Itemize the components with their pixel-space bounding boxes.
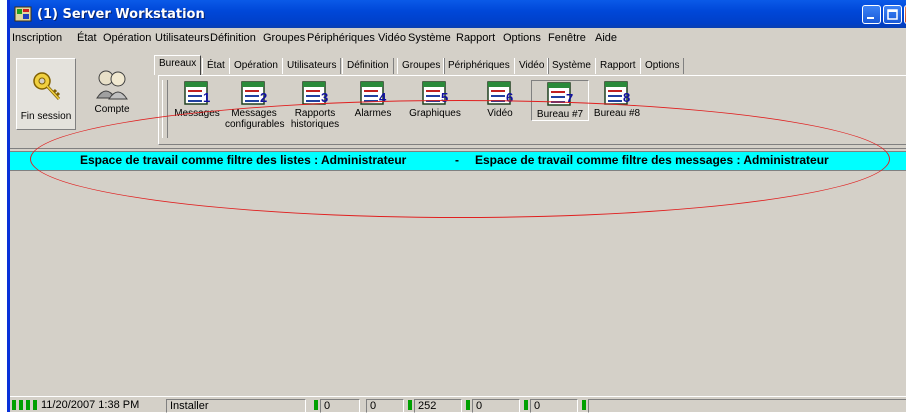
app-icon bbox=[14, 6, 32, 22]
main-workspace bbox=[10, 170, 906, 395]
desk-label: Vidéo bbox=[487, 108, 513, 119]
desk-number: 8 bbox=[623, 90, 631, 105]
desk-number: 5 bbox=[441, 90, 449, 105]
desk-number: 1 bbox=[203, 90, 211, 105]
minimize-button[interactable] bbox=[862, 5, 881, 24]
desk-button-4[interactable]: 4 Alarmes bbox=[347, 80, 399, 119]
tab-options[interactable]: Options bbox=[640, 58, 685, 74]
toolbar-area: Fin session Compte Bureaux État Opératio… bbox=[10, 48, 906, 149]
menu-peripheriques[interactable]: Périphériques bbox=[307, 32, 375, 44]
tab-utilisateurs[interactable]: Utilisateurs bbox=[282, 58, 342, 74]
status-led bbox=[466, 400, 470, 410]
menu-systeme[interactable]: Système bbox=[408, 32, 451, 44]
tab-panel-bureaux: 1 Messages 2 Messages configurables 3 Rapports… bbox=[158, 75, 906, 145]
tab-video[interactable]: Vidéo bbox=[514, 58, 550, 74]
status-led bbox=[12, 400, 16, 410]
desk-button-1[interactable]: 1 Messages bbox=[171, 80, 223, 119]
desk-button-7[interactable]: 7 Bureau #7 bbox=[531, 80, 589, 121]
menu-rapport[interactable]: Rapport bbox=[456, 32, 495, 44]
status-counter-3: 252 bbox=[414, 399, 462, 413]
menu-etat[interactable]: État bbox=[77, 32, 97, 44]
desk-button-5[interactable]: 5 Graphiques bbox=[404, 80, 466, 119]
fin-session-label: Fin session bbox=[20, 111, 72, 122]
desk-label: Messages bbox=[231, 108, 277, 119]
menu-aide[interactable]: Aide bbox=[595, 32, 617, 44]
status-led bbox=[26, 400, 30, 410]
grip-handle[interactable] bbox=[162, 80, 168, 138]
tab-bureaux[interactable]: Bureaux bbox=[154, 55, 202, 75]
status-bar: 11/20/2007 1:38 PM Installer 0 0 252 0 0 bbox=[10, 396, 906, 413]
status-counter-5: 0 bbox=[530, 399, 578, 413]
desk-number: 3 bbox=[321, 90, 329, 105]
desk-button-2[interactable]: 2 Messages configurables bbox=[225, 80, 285, 130]
status-counter-1: 0 bbox=[320, 399, 360, 413]
desk-label: Graphiques bbox=[409, 108, 461, 119]
desk-label: Alarmes bbox=[354, 108, 392, 119]
desk-label: Bureau #8 bbox=[593, 108, 641, 119]
maximize-icon bbox=[887, 9, 898, 20]
status-datetime: 11/20/2007 1:38 PM bbox=[41, 399, 140, 411]
maximize-button[interactable] bbox=[883, 5, 902, 24]
desk-number: 4 bbox=[379, 90, 387, 105]
tab-rapport[interactable]: Rapport bbox=[595, 58, 641, 74]
desk-number: 6 bbox=[506, 90, 514, 105]
desk-label: Messages bbox=[174, 108, 220, 119]
menu-definition[interactable]: Définition bbox=[210, 32, 256, 44]
window-title: (1) Server Workstation bbox=[37, 7, 205, 22]
desk-label-line2: historiques bbox=[290, 119, 340, 130]
desk-label: Bureau #7 bbox=[536, 109, 584, 120]
title-bar[interactable]: (1) Server Workstation bbox=[10, 0, 906, 28]
status-counter-6 bbox=[588, 399, 906, 413]
workspace-separator: - bbox=[455, 153, 459, 167]
status-led bbox=[582, 400, 586, 410]
menu-inscription[interactable]: Inscription bbox=[12, 32, 62, 44]
tab-groupes[interactable]: Groupes bbox=[397, 58, 446, 74]
tab-etat[interactable]: État bbox=[202, 58, 230, 74]
compte-button[interactable]: Compte bbox=[82, 58, 142, 130]
status-counter-4: 0 bbox=[472, 399, 520, 413]
status-user: Installer bbox=[166, 399, 306, 413]
workspace-filter-bar: Espace de travail comme filtre des liste… bbox=[10, 151, 906, 171]
tab-definition[interactable]: Définition bbox=[342, 58, 394, 74]
menu-utilisateurs[interactable]: Utilisateurs bbox=[155, 32, 209, 44]
workspace-message-filter: Espace de travail comme filtre des messa… bbox=[475, 153, 829, 167]
desk-button-8[interactable]: 8 Bureau #8 bbox=[591, 80, 643, 119]
status-led bbox=[408, 400, 412, 410]
users-icon bbox=[96, 70, 128, 100]
desk-number: 7 bbox=[566, 91, 574, 106]
desk-button-3[interactable]: 3 Rapports historiques bbox=[286, 80, 344, 130]
tab-systeme[interactable]: Système bbox=[547, 58, 596, 74]
status-led bbox=[314, 400, 318, 410]
tab-strip: Bureaux État Opération Utilisateurs Défi… bbox=[154, 55, 906, 75]
tab-operation[interactable]: Opération bbox=[229, 58, 283, 74]
app-window: (1) Server Workstation Inscription État … bbox=[7, 0, 906, 413]
fin-session-button[interactable]: Fin session bbox=[16, 58, 76, 130]
menu-bar: Inscription État Opération Utilisateurs … bbox=[10, 30, 906, 48]
key-icon bbox=[33, 72, 61, 101]
tab-peripheriques[interactable]: Périphériques bbox=[443, 58, 515, 74]
menu-groupes[interactable]: Groupes bbox=[263, 32, 305, 44]
menu-video[interactable]: Vidéo bbox=[378, 32, 406, 44]
minimize-icon bbox=[867, 17, 874, 19]
compte-label: Compte bbox=[94, 104, 130, 115]
menu-operation[interactable]: Opération bbox=[103, 32, 151, 44]
menu-options[interactable]: Options bbox=[503, 32, 541, 44]
status-led bbox=[33, 400, 37, 410]
status-led bbox=[19, 400, 23, 410]
workspace-list-filter: Espace de travail comme filtre des liste… bbox=[80, 153, 407, 167]
desk-label: Rapports bbox=[294, 108, 336, 119]
desk-button-6[interactable]: 6 Vidéo bbox=[474, 80, 526, 119]
menu-fenetre[interactable]: Fenêtre bbox=[548, 32, 586, 44]
desk-label-line2: configurables bbox=[225, 119, 285, 130]
status-led bbox=[524, 400, 528, 410]
desk-number: 2 bbox=[260, 90, 268, 105]
status-counter-2: 0 bbox=[366, 399, 404, 413]
